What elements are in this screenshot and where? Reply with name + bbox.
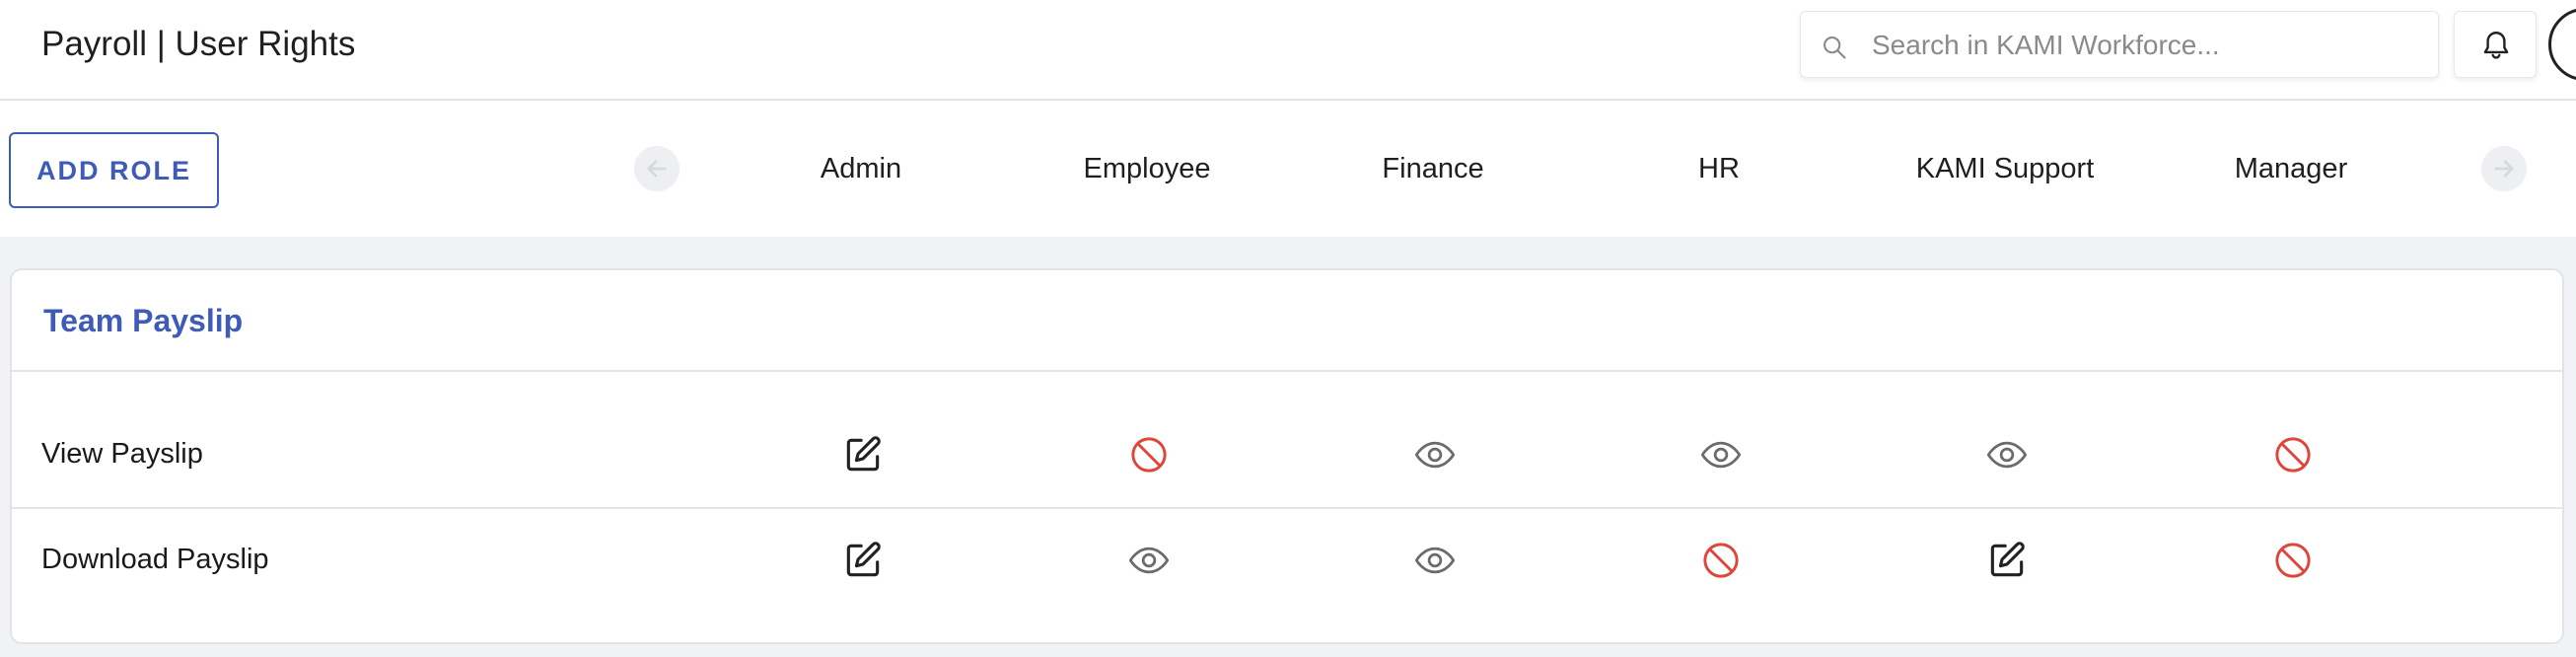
- permission-label-view-payslip: View Payslip: [41, 438, 203, 470]
- permission-label-download-payslip: Download Payslip: [41, 544, 269, 575]
- page-title: Payroll | User Rights: [41, 25, 356, 63]
- eye-icon[interactable]: [1985, 433, 2029, 476]
- row-divider: [12, 507, 2562, 509]
- no-access-icon[interactable]: [2271, 433, 2315, 476]
- edit-icon[interactable]: [841, 433, 885, 476]
- bell-icon: [2483, 32, 2509, 59]
- app-header: Payroll | User Rights: [0, 0, 2576, 101]
- notifications-button[interactable]: [2454, 11, 2537, 78]
- roles-next-button[interactable]: [2481, 146, 2527, 191]
- arrow-left-icon: [647, 160, 667, 178]
- edit-icon[interactable]: [1985, 539, 2029, 582]
- search-icon: [1824, 36, 1846, 59]
- arrow-right-icon: [2494, 160, 2514, 178]
- role-tab-manager[interactable]: Manager: [2148, 150, 2434, 187]
- role-tab-hr[interactable]: HR: [1576, 150, 1862, 187]
- eye-icon[interactable]: [1127, 539, 1171, 582]
- search-input[interactable]: [1870, 22, 2426, 69]
- user-avatar[interactable]: [2548, 8, 2576, 81]
- roles-prev-button[interactable]: [634, 146, 680, 191]
- role-tab-admin[interactable]: Admin: [718, 150, 1004, 187]
- role-tab-finance[interactable]: Finance: [1290, 150, 1576, 187]
- no-access-icon[interactable]: [1127, 433, 1171, 476]
- role-tab-kami-support[interactable]: KAMI Support: [1862, 150, 2148, 187]
- search-box[interactable]: [1800, 11, 2439, 78]
- section-title: Team Payslip: [43, 303, 244, 338]
- edit-icon[interactable]: [841, 539, 885, 582]
- eye-icon[interactable]: [1413, 539, 1457, 582]
- eye-icon[interactable]: [1699, 433, 1743, 476]
- no-access-icon[interactable]: [1699, 539, 1743, 582]
- add-role-button[interactable]: ADD ROLE: [9, 132, 219, 208]
- no-access-icon[interactable]: [2271, 539, 2315, 582]
- role-bar: ADD ROLE Admin Employee Finance HR KAMI …: [0, 101, 2576, 237]
- eye-icon[interactable]: [1413, 433, 1457, 476]
- permissions-card: Team Payslip View Payslip Download Paysl…: [10, 268, 2564, 644]
- role-tab-employee[interactable]: Employee: [1004, 150, 1290, 187]
- section-divider: [12, 370, 2562, 372]
